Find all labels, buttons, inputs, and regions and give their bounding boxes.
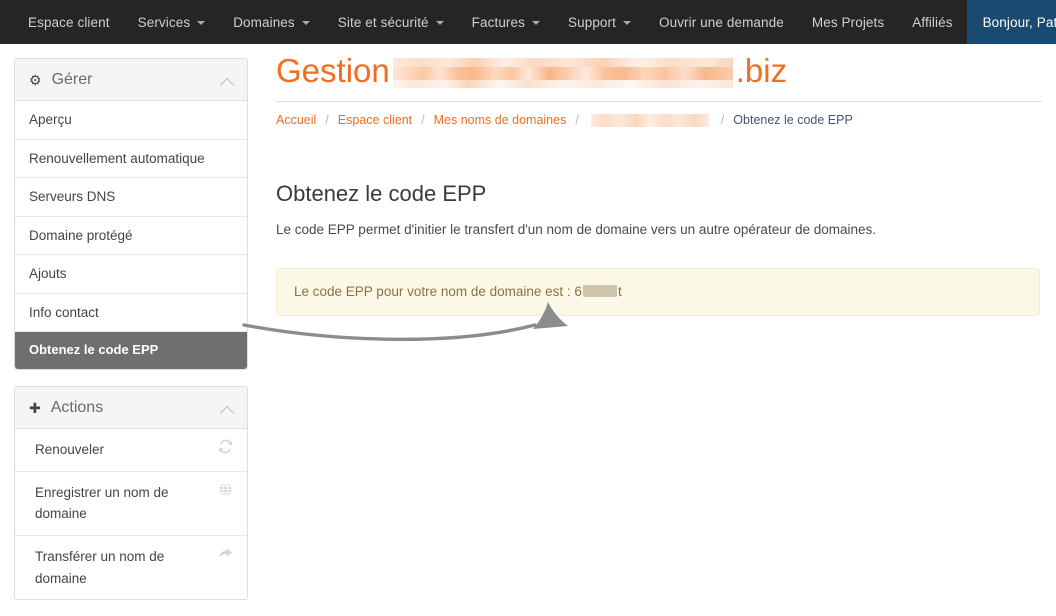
nav-item-label: Bonjour, Patrick! <box>982 14 1056 30</box>
nav-item-factures[interactable]: Factures <box>458 0 554 44</box>
top-navigation-bar: Espace client Services Domaines Site et … <box>0 0 1056 44</box>
manage-panel-title: Gérer <box>51 70 93 88</box>
nav-item-label: Factures <box>471 14 525 30</box>
chevron-up-icon[interactable] <box>222 76 233 87</box>
nav-item-label: Affiliés <box>912 14 953 30</box>
chevron-up-icon[interactable] <box>222 404 233 415</box>
nav-item-services[interactable]: Services <box>124 0 220 44</box>
nav-item-ouvrir-une-demande[interactable]: Ouvrir une demande <box>645 0 798 44</box>
nav-item-user-menu[interactable]: Bonjour, Patrick! <box>966 0 1056 44</box>
chevron-down-icon <box>532 21 540 25</box>
plus-icon: ✚ <box>29 399 41 416</box>
gear-icon: ⚙ <box>29 71 42 88</box>
action-item-enregistrer-un-nom-de-domaine[interactable]: Enregistrer un nom de domaine <box>15 472 247 536</box>
manage-panel: ⚙ Gérer Aperçu Renouvellement automatiqu… <box>14 58 248 371</box>
chevron-down-icon <box>622 21 631 25</box>
nav-item-affilies[interactable]: Affiliés <box>898 0 966 44</box>
chevron-down-icon <box>435 21 444 25</box>
sidebar-item-apercu[interactable]: Aperçu <box>15 101 247 140</box>
epp-alert-text-after: t <box>617 284 622 300</box>
sidebar-item-serveurs-dns[interactable]: Serveurs DNS <box>15 178 247 217</box>
nav-item-label: Support <box>568 14 616 30</box>
refresh-icon <box>218 439 233 454</box>
nav-item-label: Ouvrir une demande <box>658 14 784 30</box>
breadcrumb-item-mes-noms-de-domaines[interactable]: Mes noms de domaines <box>434 113 567 127</box>
page-title: Gestion .biz <box>276 50 1042 103</box>
chevron-down-icon <box>301 21 310 25</box>
redacted-domain-name <box>392 57 733 88</box>
action-item-transferer-un-nom-de-domaine[interactable]: Transférer un nom de domaine <box>15 536 247 599</box>
sidebar-item-label: Ajouts <box>29 266 67 282</box>
nav-item-site-et-securite[interactable]: Site et sécurité <box>324 0 458 44</box>
sidebar-item-label: Domaine protégé <box>29 227 133 243</box>
breadcrumb: Accueil / Espace client / Mes noms de do… <box>276 113 1042 127</box>
page-title-suffix: .biz <box>735 52 788 89</box>
nav-item-support[interactable]: Support <box>554 0 645 44</box>
sidebar-item-ajouts[interactable]: Ajouts <box>15 255 247 294</box>
nav-item-label: Site et sécurité <box>337 14 429 30</box>
chevron-down-icon <box>197 21 206 25</box>
nav-item-label: Espace client <box>28 14 110 30</box>
sidebar-item-domaine-protege[interactable]: Domaine protégé <box>15 217 247 256</box>
action-item-label: Renouveler <box>35 442 105 458</box>
breadcrumb-separator: / <box>720 113 725 128</box>
action-item-renouveler[interactable]: Renouveler <box>15 429 247 472</box>
actions-panel: ✚ Actions Renouveler Enregistrer un nom … <box>14 386 248 601</box>
epp-code-alert: Le code EPP pour votre nom de domaine es… <box>276 267 1040 316</box>
sidebar-item-obtenez-le-code-epp[interactable]: Obtenez le code EPP <box>15 332 247 370</box>
section-description: Le code EPP permet d'initier le transfer… <box>276 221 877 237</box>
forward-arrow-icon <box>218 546 233 561</box>
sidebar-item-label: Obtenez le code EPP <box>29 342 159 358</box>
action-item-label: Transférer un nom de domaine <box>35 549 165 586</box>
actions-panel-header[interactable]: ✚ Actions <box>15 387 247 430</box>
globe-icon <box>218 482 233 497</box>
nav-item-espace-client[interactable]: Espace client <box>14 0 124 44</box>
sidebar-item-label: Aperçu <box>29 112 72 127</box>
sidebar-item-info-contact[interactable]: Info contact <box>15 294 247 333</box>
redacted-epp-code <box>582 285 617 298</box>
main-content: Gestion .biz Accueil / Espace client / M… <box>276 50 1042 316</box>
breadcrumb-separator: / <box>575 113 579 128</box>
action-item-label: Enregistrer un nom de domaine <box>35 484 169 522</box>
nav-item-label: Mes Projets <box>811 14 885 30</box>
epp-alert-text-before: Le code EPP pour votre nom de domaine es… <box>294 284 582 300</box>
nav-item-label: Services <box>137 14 191 30</box>
breadcrumb-separator: / <box>421 113 425 128</box>
breadcrumb-item-espace-client[interactable]: Espace client <box>338 113 412 127</box>
sidebar-item-label: Info contact <box>29 304 99 320</box>
nav-item-domaines[interactable]: Domaines <box>219 0 324 44</box>
manage-panel-header[interactable]: ⚙ Gérer <box>15 59 247 101</box>
breadcrumb-item-redacted-domain[interactable] <box>590 113 709 127</box>
section-title: Obtenez le code EPP <box>276 181 487 207</box>
breadcrumb-item-current: Obtenez le code EPP <box>733 113 853 128</box>
nav-item-label: Domaines <box>233 14 295 30</box>
sidebar-item-label: Renouvellement automatique <box>29 150 205 166</box>
sidebar: ⚙ Gérer Aperçu Renouvellement automatiqu… <box>14 58 248 616</box>
breadcrumb-item-accueil[interactable]: Accueil <box>276 113 316 127</box>
breadcrumb-separator: / <box>325 113 329 128</box>
page-title-prefix: Gestion <box>276 52 390 89</box>
actions-panel-title: Actions <box>50 398 104 416</box>
epp-alert-text: Le code EPP pour votre nom de domaine es… <box>294 284 622 299</box>
sidebar-item-renouvellement-automatique[interactable]: Renouvellement automatique <box>15 140 247 179</box>
sidebar-item-label: Serveurs DNS <box>29 189 116 205</box>
nav-item-mes-projets[interactable]: Mes Projets <box>798 0 898 44</box>
